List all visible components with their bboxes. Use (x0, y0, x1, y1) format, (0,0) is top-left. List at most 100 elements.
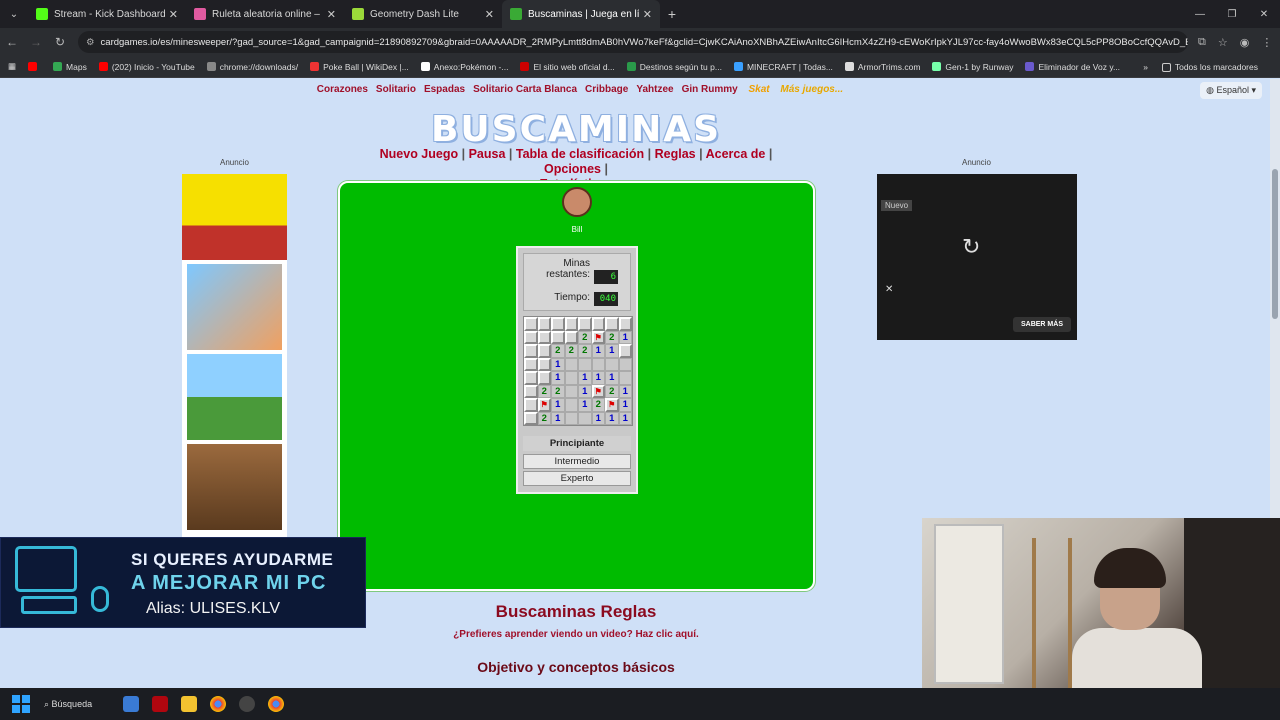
mine-cell[interactable] (591, 317, 605, 331)
mine-cell[interactable]: 1 (551, 411, 565, 425)
mine-cell[interactable]: 2 (564, 344, 578, 358)
mine-cell[interactable] (537, 330, 551, 344)
mine-cell[interactable] (537, 344, 551, 358)
site-info-icon[interactable]: ⚙ (86, 37, 95, 48)
mine-cell[interactable]: 2 (605, 384, 619, 398)
mute-icon[interactable]: ✕ (885, 284, 893, 295)
mine-cell[interactable] (537, 357, 551, 371)
mine-cell[interactable] (618, 344, 632, 358)
mine-cell[interactable] (524, 330, 538, 344)
mine-cell[interactable]: 1 (618, 330, 632, 344)
ad-tile-3[interactable] (187, 354, 282, 440)
mine-cell[interactable] (564, 371, 578, 385)
mine-cell[interactable]: 2 (537, 384, 551, 398)
obs-app-icon[interactable] (238, 696, 255, 712)
word-app-icon[interactable] (122, 696, 139, 712)
link-game[interactable]: Yahtzee (636, 84, 673, 95)
back-icon[interactable]: ← (0, 35, 24, 49)
maximize-icon[interactable]: ❐ (1216, 0, 1248, 28)
tab-close-icon[interactable]: ✕ (485, 8, 494, 21)
mine-cell[interactable] (578, 357, 592, 371)
mine-cell[interactable] (578, 317, 592, 331)
taskbar-search[interactable]: ⌕ Búsqueda (44, 699, 108, 710)
new-tab-button[interactable]: + (660, 6, 684, 22)
mine-cell[interactable]: 1 (605, 344, 619, 358)
mine-cell[interactable] (564, 330, 578, 344)
bookmarks-overflow-icon[interactable]: » (1143, 62, 1148, 72)
browser-tab[interactable]: Ruleta aleatoria online – ruleta ✕ (186, 0, 344, 28)
mine-cell[interactable]: 1 (618, 411, 632, 425)
level-expert[interactable]: Experto (523, 471, 631, 486)
menu-new-game[interactable]: Nuevo Juego (380, 147, 459, 161)
mine-cell[interactable]: 1 (591, 344, 605, 358)
close-window-icon[interactable]: ✕ (1248, 0, 1280, 28)
scrollbar-thumb[interactable] (1272, 169, 1278, 319)
chrome-app-icon[interactable] (209, 696, 226, 712)
mine-cell[interactable] (524, 344, 538, 358)
forward-icon[interactable]: → (24, 35, 48, 49)
mine-cell[interactable]: 2 (591, 398, 605, 412)
mine-cell[interactable] (537, 371, 551, 385)
menu-about[interactable]: Acerca de (706, 147, 766, 161)
install-icon[interactable]: ⧉ (1198, 36, 1206, 49)
menu-rules[interactable]: Reglas (655, 147, 696, 161)
file-explorer-icon[interactable] (180, 696, 197, 712)
mine-cell[interactable] (564, 317, 578, 331)
language-selector[interactable]: ◍ Español ▾ (1200, 82, 1262, 99)
mine-cell[interactable] (564, 384, 578, 398)
profile-icon[interactable]: ◉ (1240, 36, 1250, 49)
mine-cell[interactable] (524, 411, 538, 425)
bookmark-item[interactable]: Anexo:Pokémon -... (420, 62, 508, 72)
mine-cell[interactable] (524, 317, 538, 331)
bookmark-item[interactable]: El sitio web oficial d... (520, 62, 615, 72)
link-game[interactable]: Solitario Carta Blanca (473, 84, 577, 95)
tab-close-icon[interactable]: ✕ (169, 8, 178, 21)
level-intermediate[interactable]: Intermedio (523, 454, 631, 469)
mine-cell[interactable] (605, 317, 619, 331)
link-game[interactable]: Cribbage (585, 84, 628, 95)
mine-cell[interactable]: 1 (551, 398, 565, 412)
reload-icon[interactable]: ↻ (48, 35, 72, 49)
mine-cell[interactable]: 1 (551, 357, 565, 371)
mine-cell[interactable]: 1 (618, 398, 632, 412)
link-more-games[interactable]: Más juegos... (780, 84, 843, 95)
replay-icon[interactable]: ↻ (962, 234, 980, 260)
browser-tab[interactable]: Geometry Dash Lite ✕ (344, 0, 502, 28)
rules-video-link[interactable]: ¿Prefieres aprender viendo un video? Haz… (350, 629, 802, 640)
menu-leaderboard[interactable]: Tabla de clasificación (516, 147, 644, 161)
tab-close-icon[interactable]: ✕ (327, 8, 336, 21)
mine-cell[interactable]: 1 (591, 411, 605, 425)
url-field[interactable]: ⚙ cardgames.io/es/minesweeper/?gad_sourc… (78, 31, 1188, 53)
tab-list-chevron-icon[interactable]: ⌄ (0, 0, 28, 28)
browser-tab[interactable]: Buscaminas | Juega en línea ✕ (502, 0, 660, 28)
bookmark-item[interactable]: Poke Ball | WikiDex |... (310, 62, 409, 72)
mine-cell[interactable] (564, 357, 578, 371)
bookmark-item[interactable]: Maps (53, 62, 87, 72)
bookmark-star-icon[interactable]: ☆ (1218, 36, 1228, 49)
mine-cell[interactable] (524, 357, 538, 371)
mine-cell[interactable]: 1 (578, 398, 592, 412)
menu-pause[interactable]: Pausa (469, 147, 506, 161)
bookmark-item[interactable]: ArmorTrims.com (844, 62, 920, 72)
mine-cell[interactable] (551, 317, 565, 331)
flag-icon[interactable]: ⚑ (591, 384, 605, 398)
mine-cell[interactable] (618, 357, 632, 371)
flag-icon[interactable]: ⚑ (605, 398, 619, 412)
mine-cell[interactable]: 2 (551, 344, 565, 358)
mine-cell[interactable]: 2 (605, 330, 619, 344)
mine-cell[interactable]: 1 (578, 371, 592, 385)
mine-cell[interactable] (524, 371, 538, 385)
mine-cell[interactable]: 1 (591, 371, 605, 385)
tab-close-icon[interactable]: ✕ (643, 8, 652, 21)
mine-cell[interactable] (537, 317, 551, 331)
link-game[interactable]: Espadas (424, 84, 465, 95)
menu-kebab-icon[interactable]: ⋮ (1261, 36, 1272, 49)
flag-icon[interactable]: ⚑ (537, 398, 551, 412)
mine-cell[interactable] (524, 398, 538, 412)
mine-cell[interactable]: 1 (605, 371, 619, 385)
mine-cell[interactable] (524, 384, 538, 398)
ad-video-right[interactable]: Nuevo ↻ ✕ SABER MÁS (877, 174, 1077, 340)
mine-cell[interactable] (618, 317, 632, 331)
mine-cell[interactable] (551, 330, 565, 344)
mine-cell[interactable]: 1 (551, 371, 565, 385)
